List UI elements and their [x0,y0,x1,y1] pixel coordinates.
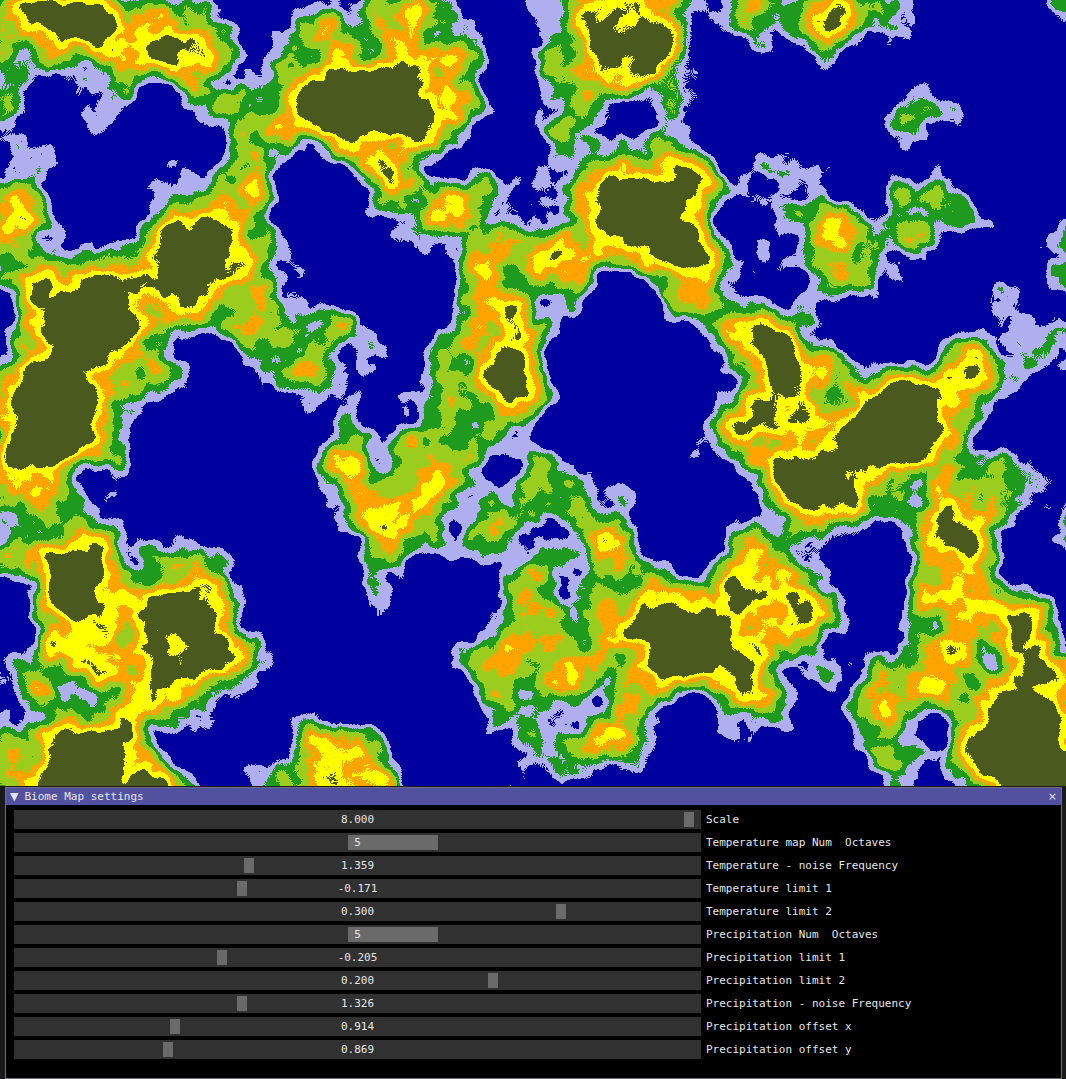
slider-grab[interactable] [237,881,247,896]
slider-value: 0.869 [341,1043,374,1056]
slider-value: 0.300 [341,905,374,918]
setting-row: -0.171 Temperature limit 1 [14,879,1061,898]
slider[interactable]: -0.171 [14,879,701,898]
title-bar[interactable]: ▼ Biome Map settings × [6,788,1061,805]
setting-label: Precipitation - noise Frequency [706,997,911,1010]
close-icon[interactable]: × [1048,790,1057,803]
slider-value: 1.326 [341,997,374,1010]
setting-label: Precipitation offset y [706,1043,852,1056]
slider[interactable]: 1.359 [14,856,701,875]
slider[interactable]: 0.200 [14,971,701,990]
slider-grab[interactable] [488,973,498,988]
setting-label: Precipitation Num Octaves [706,928,878,941]
setting-row: 0.869 Precipitation offset y [14,1040,1061,1059]
slider[interactable]: -0.205 [14,948,701,967]
slider[interactable]: 8.000 [14,810,701,829]
slider-grab[interactable] [217,950,227,965]
slider-value: 5 [354,836,361,849]
setting-label: Temperature - noise Frequency [706,859,898,872]
slider-grab[interactable] [348,927,438,942]
setting-label: Precipitation limit 2 [706,974,845,987]
biome-map [0,0,1066,786]
settings-list: 8.000 Scale 5 Temperature map Num Octaves 1.… [6,805,1061,1059]
setting-row: -0.205 Precipitation limit 1 [14,948,1061,967]
window-title: Biome Map settings [24,790,1041,803]
setting-row: 0.200 Precipitation limit 2 [14,971,1061,990]
slider[interactable]: 5 [14,925,701,944]
setting-label: Temperature limit 1 [706,882,832,895]
slider-grab[interactable] [556,904,566,919]
slider-grab[interactable] [163,1042,173,1057]
settings-window: ▼ Biome Map settings × 8.000 Scale 5 Temperatu… [5,787,1062,1079]
slider-value: 1.359 [341,859,374,872]
slider-grab[interactable] [237,996,247,1011]
slider-grab[interactable] [170,1019,180,1034]
setting-row: 0.300 Temperature limit 2 [14,902,1061,921]
setting-label: Precipitation limit 1 [706,951,845,964]
slider-grab[interactable] [348,835,438,850]
slider-value: -0.171 [338,882,378,895]
setting-row: 5 Precipitation Num Octaves [14,925,1061,944]
slider[interactable]: 0.300 [14,902,701,921]
slider-value: 8.000 [341,813,374,826]
slider-value: 0.200 [341,974,374,987]
slider[interactable]: 5 [14,833,701,852]
setting-label: Scale [706,813,739,826]
setting-label: Precipitation offset x [706,1020,852,1033]
app: ▼ Biome Map settings × 8.000 Scale 5 Temperatu… [0,0,1066,1079]
collapse-icon[interactable]: ▼ [10,790,18,803]
setting-row: 0.914 Precipitation offset x [14,1017,1061,1036]
setting-label: Temperature map Num Octaves [706,836,891,849]
setting-label: Temperature limit 2 [706,905,832,918]
setting-row: 8.000 Scale [14,810,1061,829]
setting-row: 1.326 Precipitation - noise Frequency [14,994,1061,1013]
slider[interactable]: 1.326 [14,994,701,1013]
slider-value: 0.914 [341,1020,374,1033]
setting-row: 1.359 Temperature - noise Frequency [14,856,1061,875]
slider-grab[interactable] [244,858,254,873]
slider[interactable]: 0.869 [14,1040,701,1059]
setting-row: 5 Temperature map Num Octaves [14,833,1061,852]
slider-value: 5 [354,928,361,941]
slider[interactable]: 0.914 [14,1017,701,1036]
slider-value: -0.205 [338,951,378,964]
slider-grab[interactable] [684,812,694,827]
